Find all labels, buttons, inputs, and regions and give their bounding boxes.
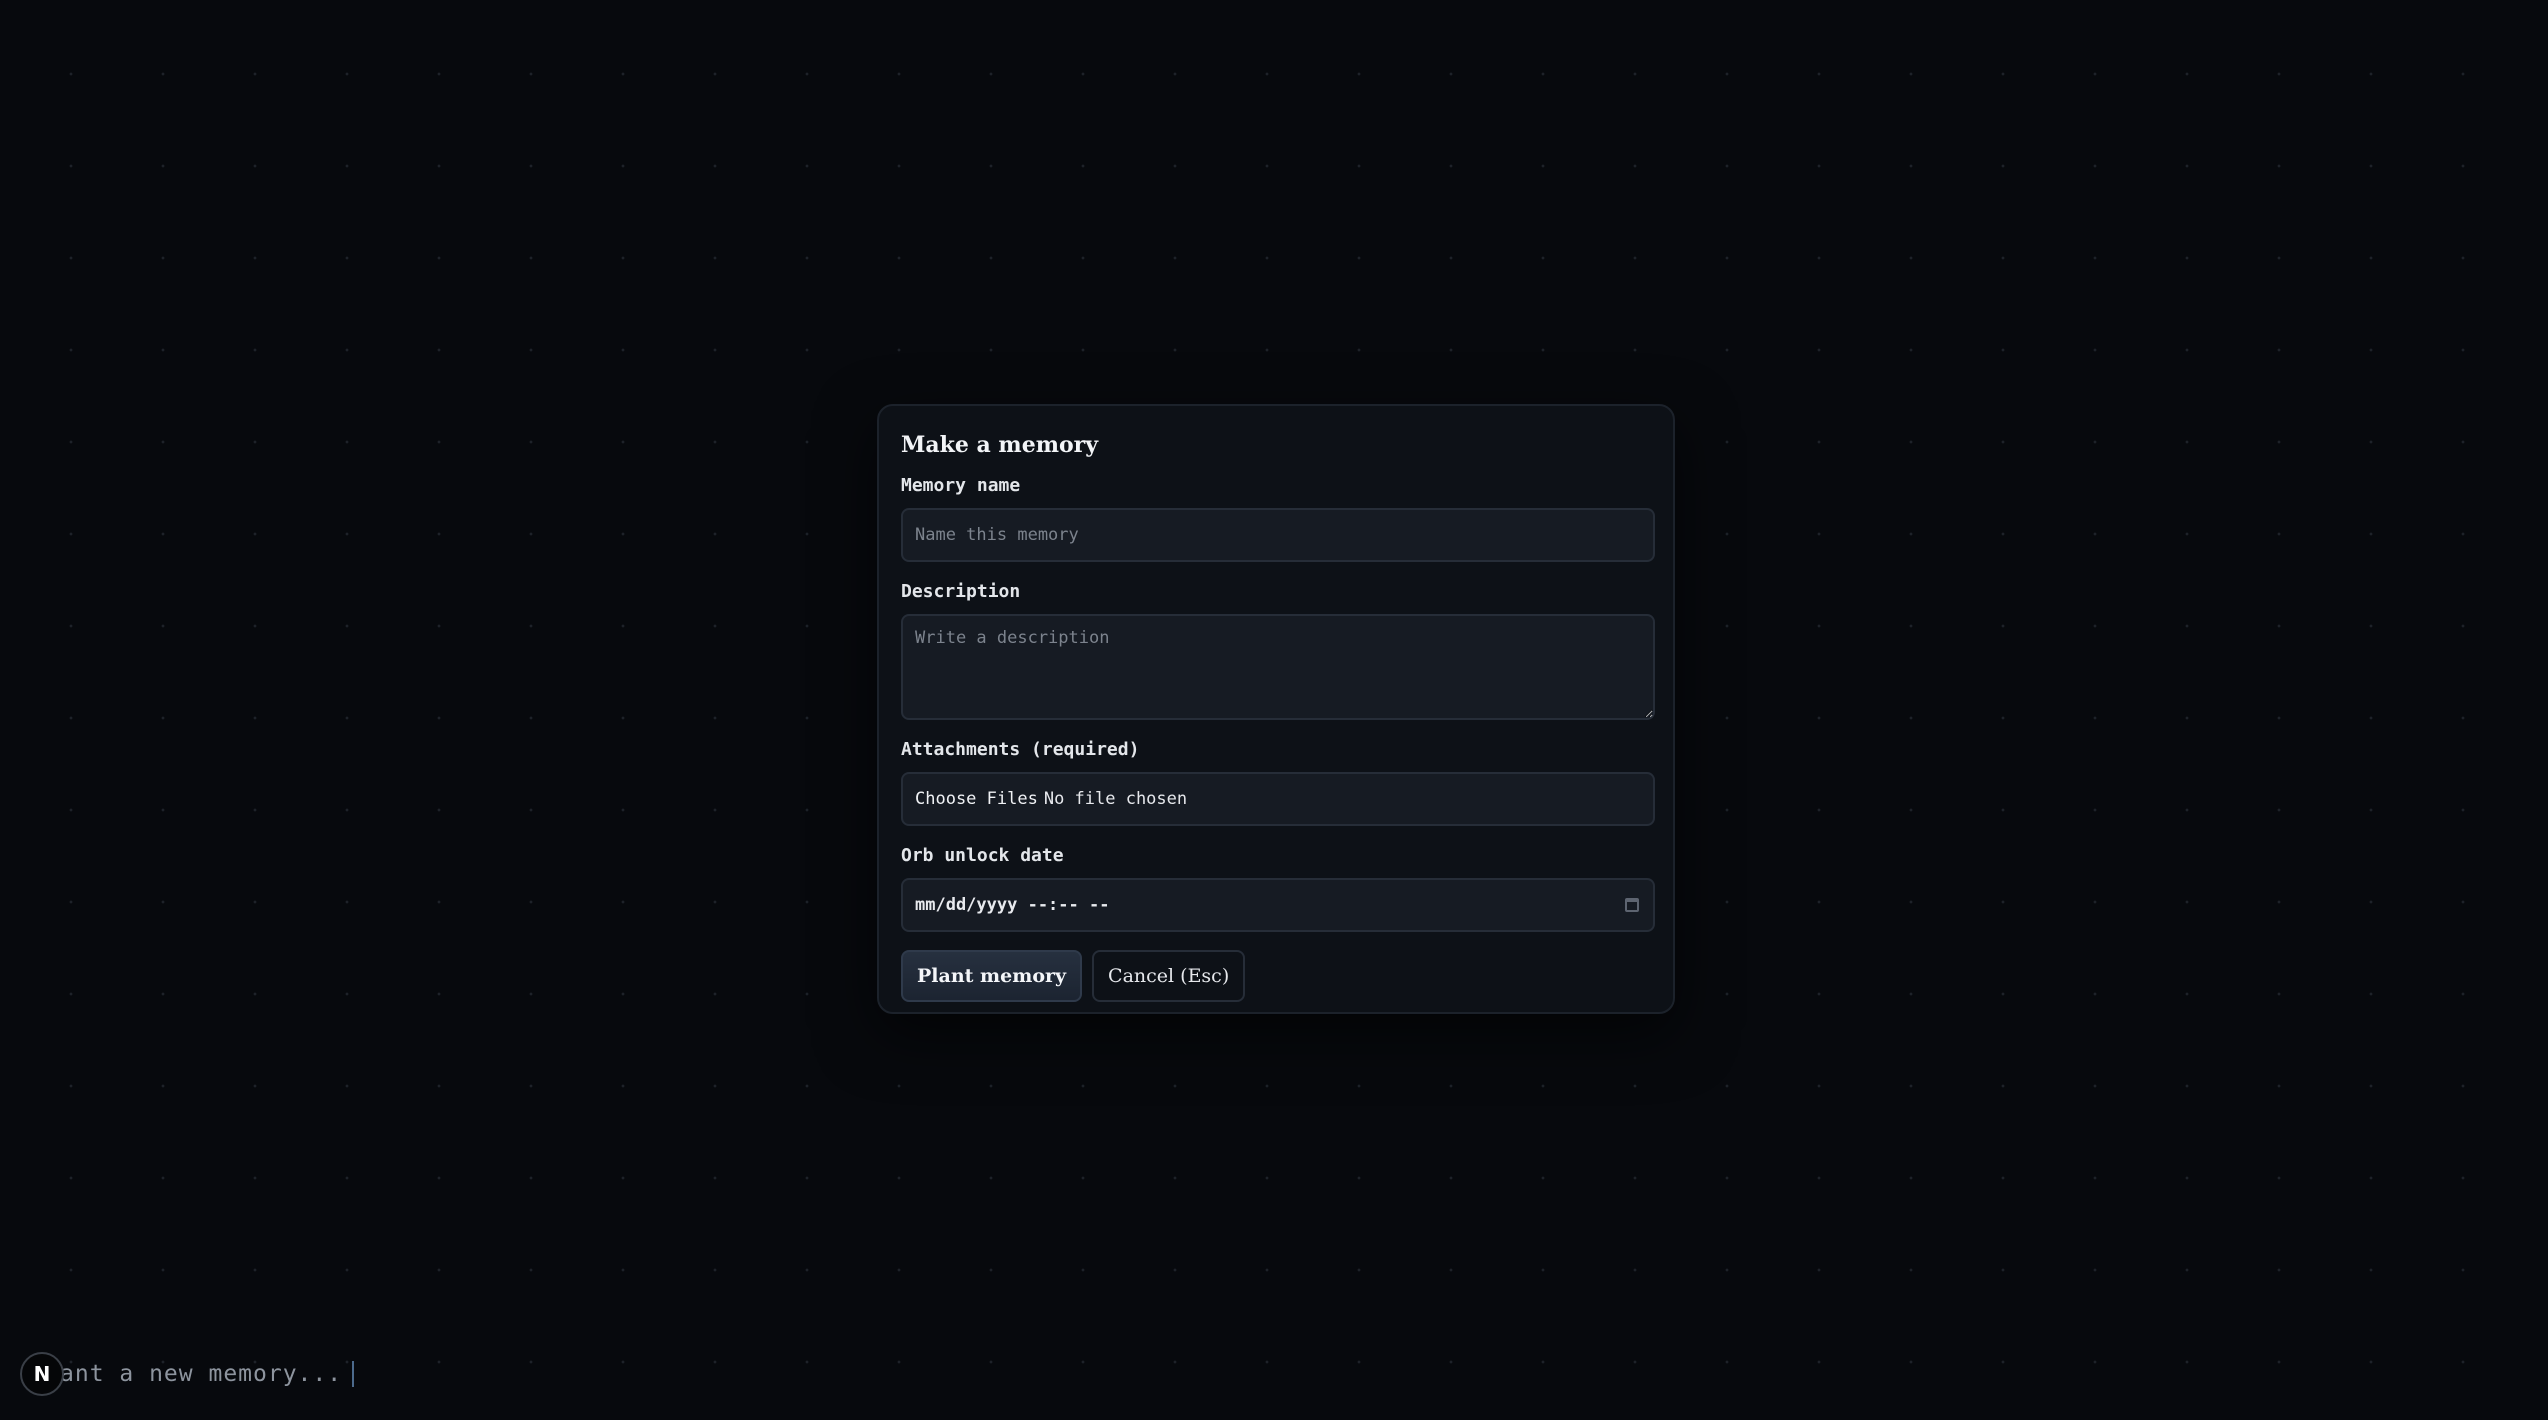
description-textarea[interactable] [901,614,1655,720]
unlock-date-value: mm/dd/yyyy --:-- -- [915,895,1110,915]
description-field: Description [901,580,1655,720]
canvas-background: Make a memory Memory name Description At… [0,0,2548,1420]
unlock-date-label: Orb unlock date [901,845,1064,866]
attachments-label: Attachments (required) [901,739,1140,760]
unlock-date-input[interactable]: mm/dd/yyyy --:-- -- [901,878,1655,932]
unlock-date-field: Orb unlock date mm/dd/yyyy --:-- -- [901,844,1655,932]
typing-prompt: ant a new memory... [60,1360,355,1388]
memory-name-input[interactable] [901,508,1655,562]
cancel-button[interactable]: Cancel (Esc) [1092,950,1246,1002]
memory-name-field: Memory name [901,474,1655,562]
dialog-actions: Plant memory Cancel (Esc) [901,950,1651,1002]
attachments-field: Attachments (required) Choose Files No f… [901,738,1655,826]
file-input[interactable]: Choose Files No file chosen [901,772,1655,826]
plant-memory-button[interactable]: Plant memory [901,950,1083,1002]
choose-files-button[interactable]: Choose Files [915,789,1038,809]
file-status-text: No file chosen [1043,789,1188,809]
dialog-title: Make a memory [901,432,1099,458]
n-logo-badge[interactable]: N [20,1352,64,1396]
memory-name-label: Memory name [901,475,1021,496]
make-memory-dialog: Make a memory Memory name Description At… [877,404,1675,1014]
typing-prompt-text: ant a new memory... [60,1360,343,1387]
description-label: Description [901,581,1021,602]
bottom-prompt-bar: N ant a new memory... [20,1352,355,1396]
calendar-icon[interactable] [1625,898,1639,912]
text-caret [352,1361,355,1388]
